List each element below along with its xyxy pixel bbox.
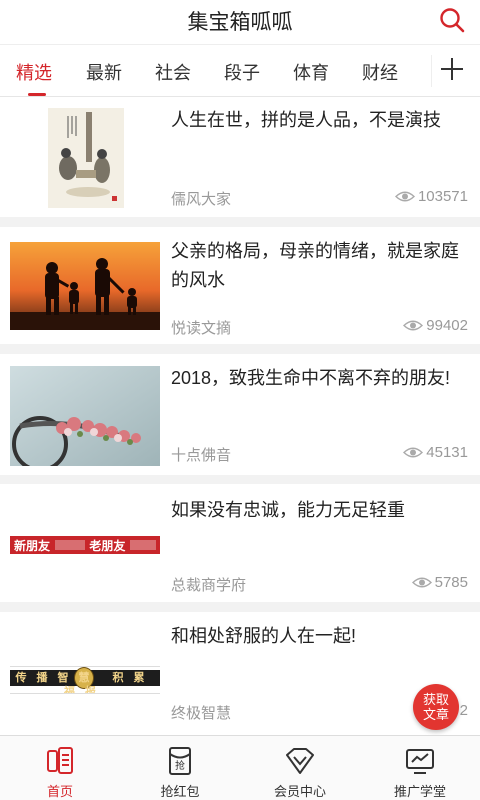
thumbnail-text-left: 新朋友 — [14, 538, 51, 553]
get-articles-button[interactable]: 获取 文章 — [413, 684, 459, 730]
tabbar-label: 会员中心 — [273, 784, 326, 799]
app-header: 集宝箱呱呱 — [0, 0, 480, 44]
app-title: 集宝箱呱呱 — [187, 11, 293, 34]
thumbnail-decoration — [54, 540, 85, 550]
view-count-value: 99402 — [426, 317, 468, 334]
article-title[interactable]: 和相处舒服的人在一起! — [171, 622, 471, 651]
article-source: 儒风大家 — [171, 191, 232, 208]
article-thumbnail: 传播智慧 积累福报 — [10, 666, 160, 694]
article-title[interactable]: 人生在世，拼的是人品，不是演技 — [171, 106, 471, 135]
view-count: 45131 — [403, 444, 468, 461]
article-source: 终极智慧 — [171, 705, 232, 722]
view-count-value: 5785 — [434, 574, 468, 591]
tabbar-label: 推广学堂 — [393, 784, 446, 799]
tabbar-promotion-school[interactable]: 推广学堂 — [360, 736, 480, 800]
tab-jokes[interactable]: 段子 — [224, 59, 260, 85]
tabbar-red-envelope[interactable]: 抢 抢红包 — [120, 736, 240, 800]
fab-label-line2: 文章 — [422, 707, 449, 722]
eye-icon — [403, 320, 424, 331]
vip-icon — [286, 748, 314, 774]
view-count-value: 103571 — [417, 188, 468, 205]
eye-icon — [394, 191, 415, 202]
article-thumbnail — [10, 242, 160, 330]
eye-icon — [403, 447, 424, 458]
tab-society[interactable]: 社会 — [155, 59, 191, 85]
tab-latest[interactable]: 最新 — [86, 59, 122, 85]
thumbnail-text-right: 老朋友 — [89, 538, 126, 553]
article-source: 十点佛音 — [171, 447, 232, 464]
svg-text:抢: 抢 — [175, 759, 185, 772]
red-envelope-icon: 抢 — [169, 747, 191, 775]
tabbar-label: 抢红包 — [160, 784, 200, 799]
tab-featured[interactable]: 精选 — [16, 59, 52, 85]
article-card[interactable]: 新朋友 老朋友 如果没有忠诚，能力无足轻重 总裁商学府 5785 — [0, 484, 480, 602]
article-thumbnail — [10, 366, 160, 466]
article-card[interactable]: 2018，致我生命中不离不弃的朋友! 十点佛音 45131 — [0, 354, 480, 475]
category-tabs: 精选 最新 社会 段子 体育 财经 — [0, 44, 480, 97]
tab-finance[interactable]: 财经 — [362, 59, 398, 85]
view-count: 5785 — [411, 574, 468, 591]
tabbar-vip-center[interactable]: 会员中心 — [240, 736, 360, 800]
monitor-icon — [406, 749, 434, 774]
home-icon — [47, 747, 73, 774]
article-feed[interactable]: 人生在世，拼的是人品，不是演技 儒风大家 103571 父亲的格局，母亲的情绪，… — [0, 98, 480, 735]
fab-label-line1: 获取 — [422, 692, 449, 707]
article-title[interactable]: 如果没有忠诚，能力无足轻重 — [171, 496, 471, 525]
view-count: 103571 — [394, 188, 468, 205]
article-card[interactable]: 父亲的格局，母亲的情绪，就是家庭的风水 悦读文摘 99402 — [0, 227, 480, 344]
article-title[interactable]: 2018，致我生命中不离不弃的朋友! — [171, 364, 471, 393]
article-thumbnail: 新朋友 老朋友 — [10, 536, 160, 554]
bottom-tab-bar: 首页 抢 抢红包 会员中心 推广学堂 — [0, 735, 480, 800]
article-source: 悦读文摘 — [171, 320, 232, 337]
tabbar-label: 首页 — [46, 784, 73, 799]
article-card[interactable]: 人生在世，拼的是人品，不是演技 儒风大家 103571 — [0, 98, 480, 217]
view-count-value: 2 — [459, 702, 468, 719]
tabbar-home[interactable]: 首页 — [0, 736, 120, 800]
view-count: 99402 — [403, 317, 468, 334]
eye-icon — [411, 577, 432, 588]
article-card[interactable]: 传播智慧 积累福报 和相处舒服的人在一起! 终极智慧 2 — [0, 612, 480, 735]
view-count-value: 45131 — [426, 444, 468, 461]
add-category-icon[interactable] — [438, 55, 466, 83]
article-source: 总裁商学府 — [171, 577, 247, 594]
tab-divider — [431, 55, 432, 87]
thumbnail-decoration — [130, 540, 156, 550]
tab-sports[interactable]: 体育 — [293, 59, 329, 85]
article-thumbnail — [10, 108, 160, 208]
article-title[interactable]: 父亲的格局，母亲的情绪，就是家庭的风水 — [171, 237, 471, 295]
active-tab-indicator — [28, 93, 46, 96]
thumbnail-text: 传播智慧 积累福报 — [15, 672, 155, 694]
search-icon[interactable] — [438, 6, 466, 34]
